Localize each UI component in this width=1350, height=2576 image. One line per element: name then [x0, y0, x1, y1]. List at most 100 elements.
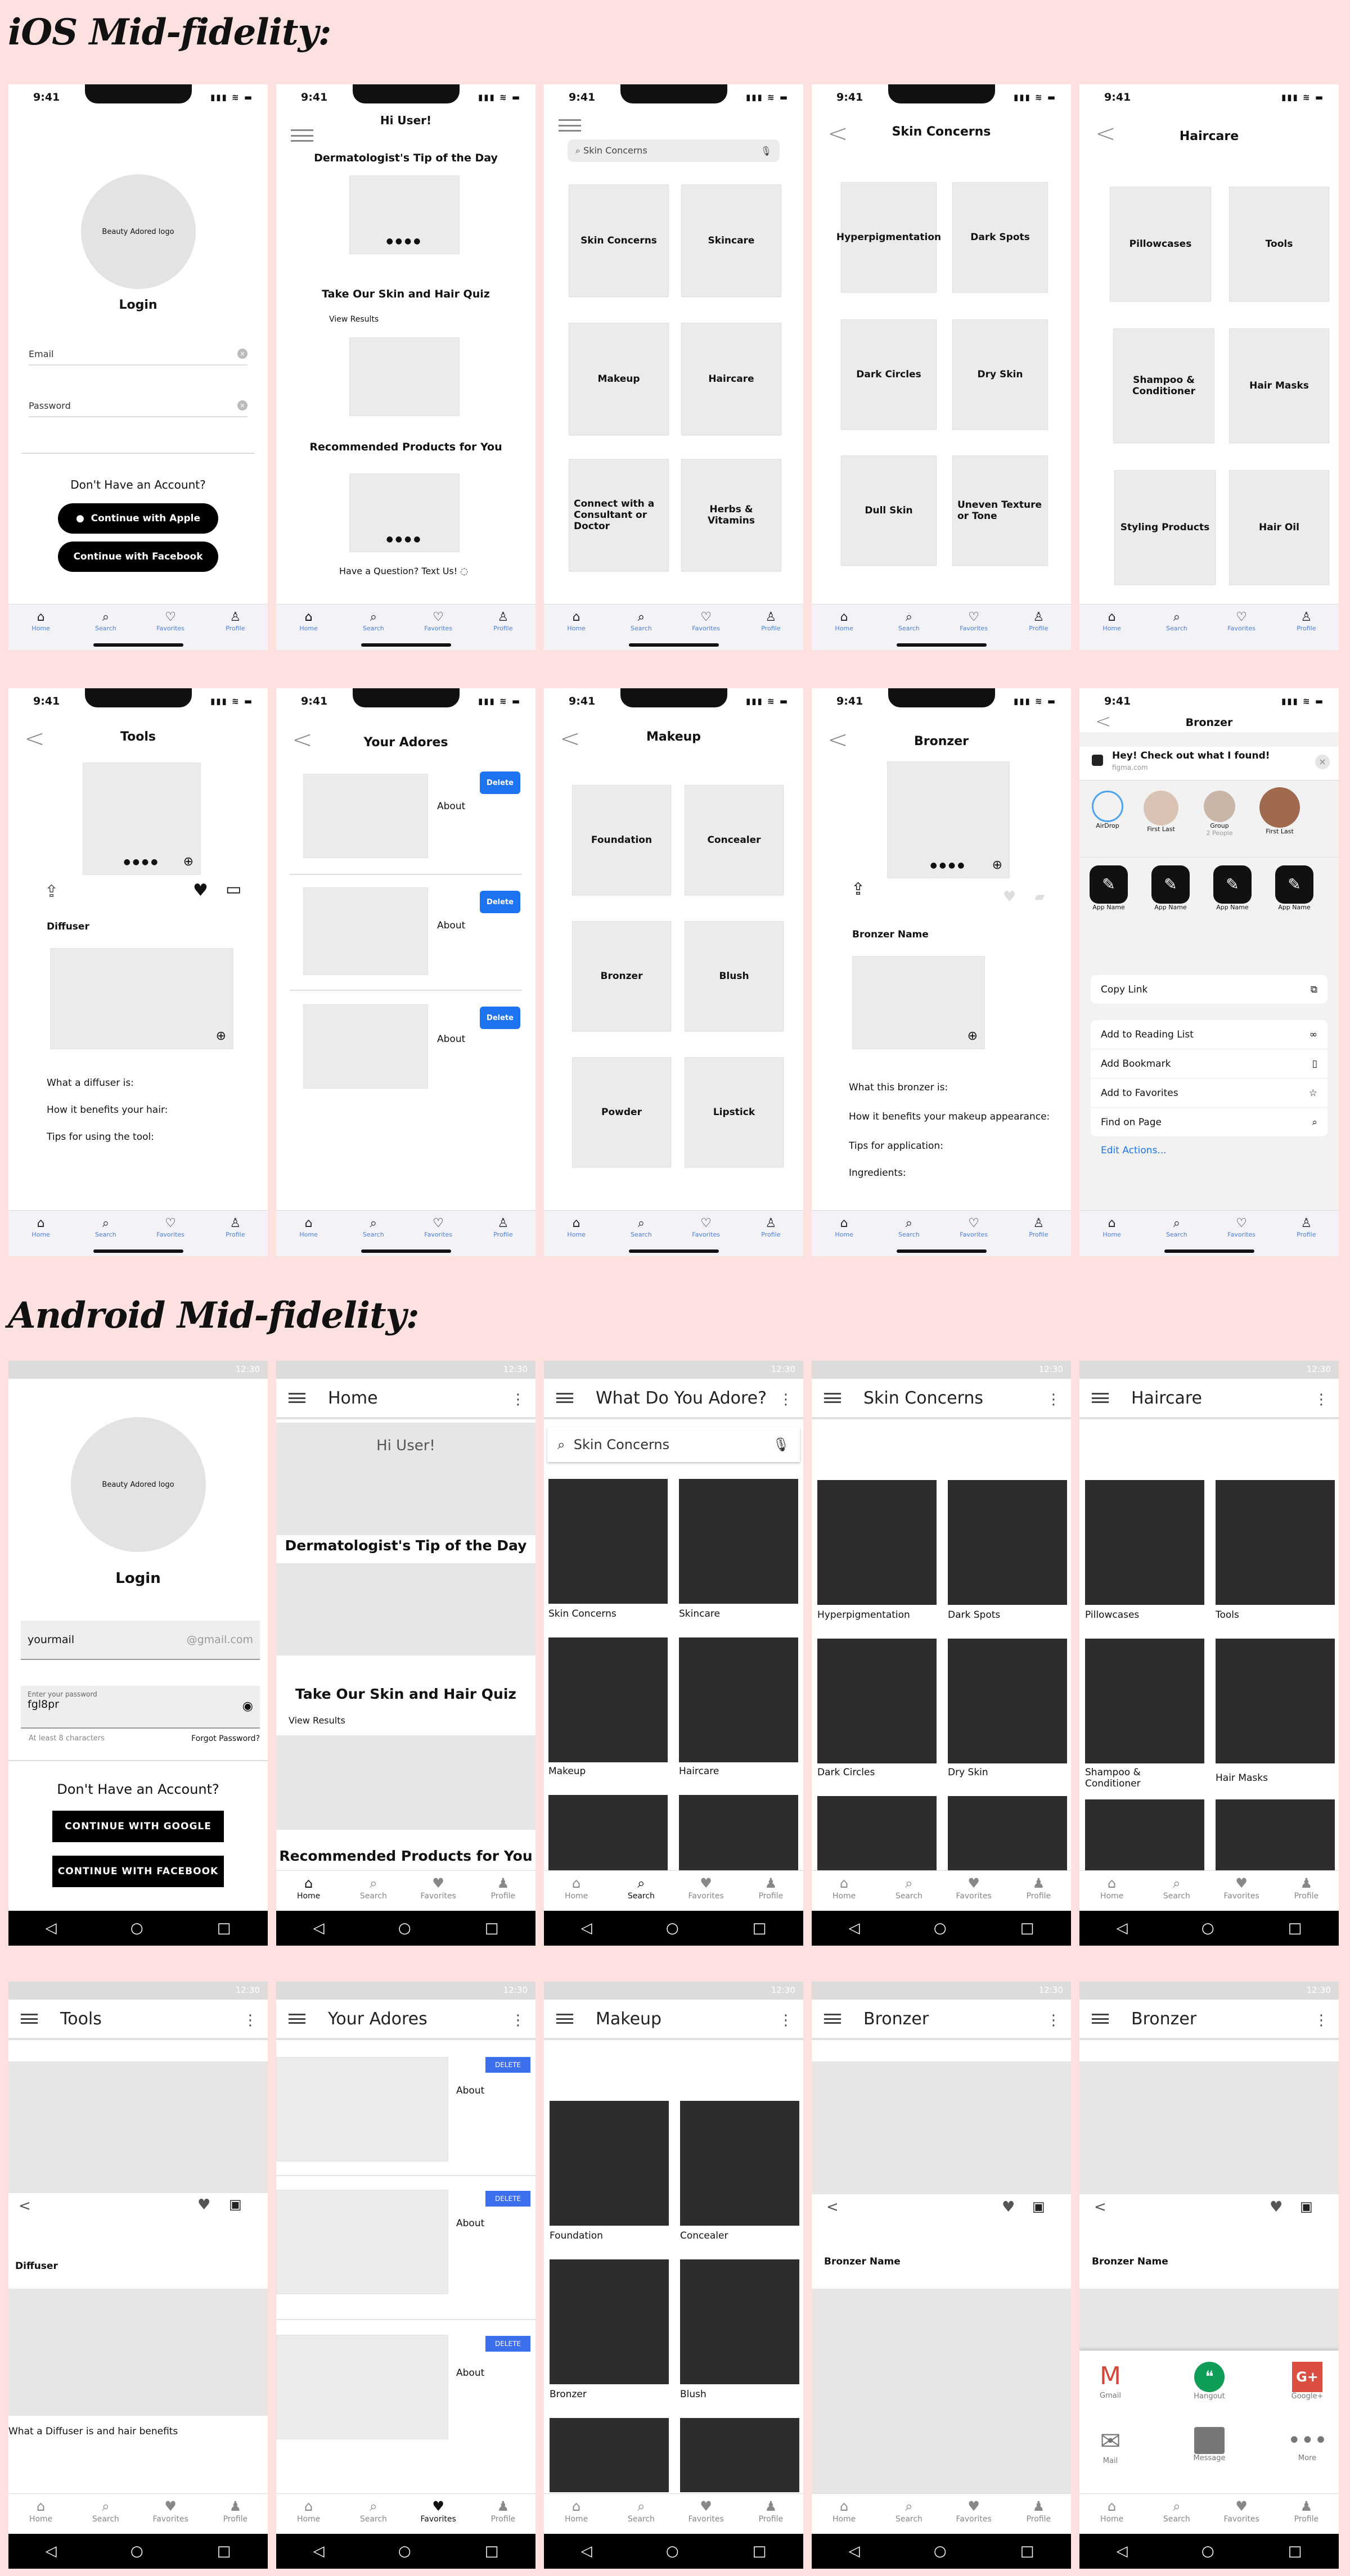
category-label[interactable]: Concealer: [680, 2230, 728, 2241]
category-image[interactable]: [680, 2259, 799, 2384]
category-image[interactable]: [1216, 1480, 1335, 1605]
more-icon[interactable]: ⋮: [1314, 1391, 1329, 1408]
password-field[interactable]: Enter your password fgl8pr ◉: [21, 1686, 260, 1729]
delete-button[interactable]: DELETE: [485, 2057, 530, 2073]
tab-profile[interactable]: ♟ Profile: [480, 1875, 525, 1911]
tab-profile[interactable]: ♙ Profile: [215, 1216, 255, 1256]
tab-favorites[interactable]: ♥ Favorites: [416, 2498, 461, 2534]
tab-search[interactable]: ⌕ Search: [886, 2498, 932, 2534]
recents-nav-icon[interactable]: □: [1020, 1920, 1034, 1937]
tab-profile[interactable]: ♙ Profile: [483, 610, 523, 650]
recents-nav-icon[interactable]: □: [1288, 2543, 1302, 2560]
tab-search[interactable]: ⌕ Search: [1154, 1875, 1199, 1911]
share-app-mail[interactable]: ✉ Mail: [1091, 2427, 1130, 2465]
tab-favorites[interactable]: ♡ Favorites: [1222, 610, 1261, 650]
more-icon[interactable]: ⋮: [511, 1391, 525, 1408]
menu-icon[interactable]: [291, 129, 313, 142]
search-input[interactable]: ⌕ Skin Concerns 🎙: [547, 1427, 800, 1462]
mic-icon[interactable]: 🎙: [760, 146, 772, 156]
adore-image[interactable]: [303, 774, 428, 858]
category-tile[interactable]: Pillowcases: [1110, 187, 1211, 301]
category-image[interactable]: [948, 1480, 1067, 1605]
heart-icon[interactable]: ♥: [197, 2196, 210, 2213]
share-icon[interactable]: <: [1094, 2199, 1106, 2216]
tab-profile[interactable]: ♟ Profile: [748, 1875, 793, 1911]
category-tile[interactable]: Shampoo & Conditioner: [1113, 328, 1214, 443]
close-icon[interactable]: ×: [1315, 755, 1330, 769]
app-item[interactable]: ✎ App Name: [1273, 865, 1316, 911]
category-tile[interactable]: Dark Spots: [952, 182, 1048, 292]
category-label[interactable]: Hair Masks: [1216, 1772, 1268, 1784]
category-image[interactable]: [817, 1480, 937, 1605]
adore-image[interactable]: [303, 1004, 428, 1089]
comment-icon[interactable]: ▭: [226, 879, 241, 899]
more-icon[interactable]: ⋮: [1314, 2012, 1329, 2029]
tab-home[interactable]: ⌂ Home: [21, 610, 61, 650]
app-item[interactable]: ✎ App Name: [1149, 865, 1192, 911]
search-input[interactable]: ⌕ Skin Concerns 🎙: [568, 139, 780, 162]
share-icon[interactable]: <: [826, 2199, 839, 2216]
back-nav-icon[interactable]: ◁: [46, 1920, 57, 1937]
category-label[interactable]: Makeup: [548, 1766, 586, 1777]
category-label[interactable]: Pillowcases: [1085, 1609, 1139, 1621]
menu-icon[interactable]: [559, 119, 581, 132]
tab-home[interactable]: ⌂ Home: [289, 610, 328, 650]
home-nav-icon[interactable]: ○: [130, 1920, 143, 1937]
menu-icon[interactable]: [1092, 1393, 1109, 1403]
category-label[interactable]: Dry Skin: [948, 1767, 988, 1778]
tab-home[interactable]: ⌂ Home: [554, 1875, 599, 1911]
tab-home[interactable]: ⌂ Home: [822, 1875, 867, 1911]
category-tile[interactable]: Makeup: [569, 323, 669, 435]
category-tile[interactable]: Bronzer: [572, 921, 671, 1031]
category-tile[interactable]: Dark Circles: [841, 319, 937, 430]
tab-profile[interactable]: ♙ Profile: [1286, 1216, 1326, 1256]
delete-button[interactable]: DELETE: [485, 2336, 530, 2352]
tab-profile[interactable]: ♙ Profile: [1286, 610, 1326, 650]
zoom-icon[interactable]: ⊕: [968, 1029, 978, 1043]
more-icon[interactable]: ⋮: [778, 1391, 793, 1408]
home-nav-icon[interactable]: ○: [666, 1920, 679, 1937]
tab-favorites[interactable]: ♥ Favorites: [683, 2498, 728, 2534]
recents-nav-icon[interactable]: □: [753, 1920, 767, 1937]
share-app-more[interactable]: ••• More: [1288, 2427, 1328, 2462]
tab-home[interactable]: ⌂ Home: [286, 1875, 331, 1911]
heart-icon[interactable]: ♥: [1003, 888, 1016, 905]
apple-button[interactable]: ● Continue with Apple: [58, 503, 218, 534]
heart-icon[interactable]: ♥: [1270, 2199, 1282, 2216]
back-nav-icon[interactable]: ◁: [581, 1920, 592, 1937]
tab-search[interactable]: ⌕ Search: [886, 1875, 932, 1911]
tab-favorites[interactable]: ♥ Favorites: [1219, 2498, 1264, 2534]
tab-profile[interactable]: ♟ Profile: [1284, 1875, 1329, 1911]
tab-profile[interactable]: ♟ Profile: [213, 2498, 258, 2534]
tab-home[interactable]: ⌂ Home: [1092, 610, 1132, 650]
home-nav-icon[interactable]: ○: [130, 2543, 143, 2560]
category-tile[interactable]: Foundation: [572, 785, 671, 895]
category-image[interactable]: [680, 2418, 799, 2492]
category-image[interactable]: [948, 1639, 1067, 1763]
tab-favorites[interactable]: ♥ Favorites: [148, 2498, 193, 2534]
share-app-googleplus[interactable]: G+ Google+: [1288, 2362, 1327, 2401]
recents-nav-icon[interactable]: □: [485, 1920, 499, 1937]
home-nav-icon[interactable]: ○: [398, 2543, 411, 2560]
action-reading-list[interactable]: Add to Reading List ∞: [1091, 1020, 1328, 1049]
tab-profile[interactable]: ♙ Profile: [215, 610, 255, 650]
home-nav-icon[interactable]: ○: [1202, 1920, 1214, 1937]
product-image[interactable]: [1079, 2061, 1339, 2194]
tab-profile[interactable]: ♙ Profile: [1019, 610, 1058, 650]
tip-image[interactable]: ●●●●: [349, 175, 460, 254]
more-icon[interactable]: ⋮: [1046, 2012, 1061, 2029]
product-image[interactable]: ●●●● ⊕: [83, 763, 201, 875]
more-icon[interactable]: ⋮: [778, 2012, 793, 2029]
contact-item[interactable]: First Last: [1141, 791, 1181, 833]
comment-icon[interactable]: ▣: [1032, 2199, 1045, 2214]
tab-search[interactable]: ⌕ Search: [83, 2498, 128, 2534]
tab-favorites[interactable]: ♥ Favorites: [1219, 1875, 1264, 1911]
category-tile[interactable]: Skincare: [681, 184, 781, 297]
clear-icon[interactable]: ×: [237, 400, 248, 410]
category-image[interactable]: [1216, 1799, 1335, 1875]
tab-home[interactable]: ⌂ Home: [21, 1216, 61, 1256]
action-find-on-page[interactable]: Find on Page ⌕: [1091, 1108, 1328, 1137]
recents-nav-icon[interactable]: □: [753, 2543, 767, 2560]
tab-home[interactable]: ⌂ Home: [1092, 1216, 1132, 1256]
action-favorites[interactable]: Add to Favorites ☆: [1091, 1079, 1328, 1108]
